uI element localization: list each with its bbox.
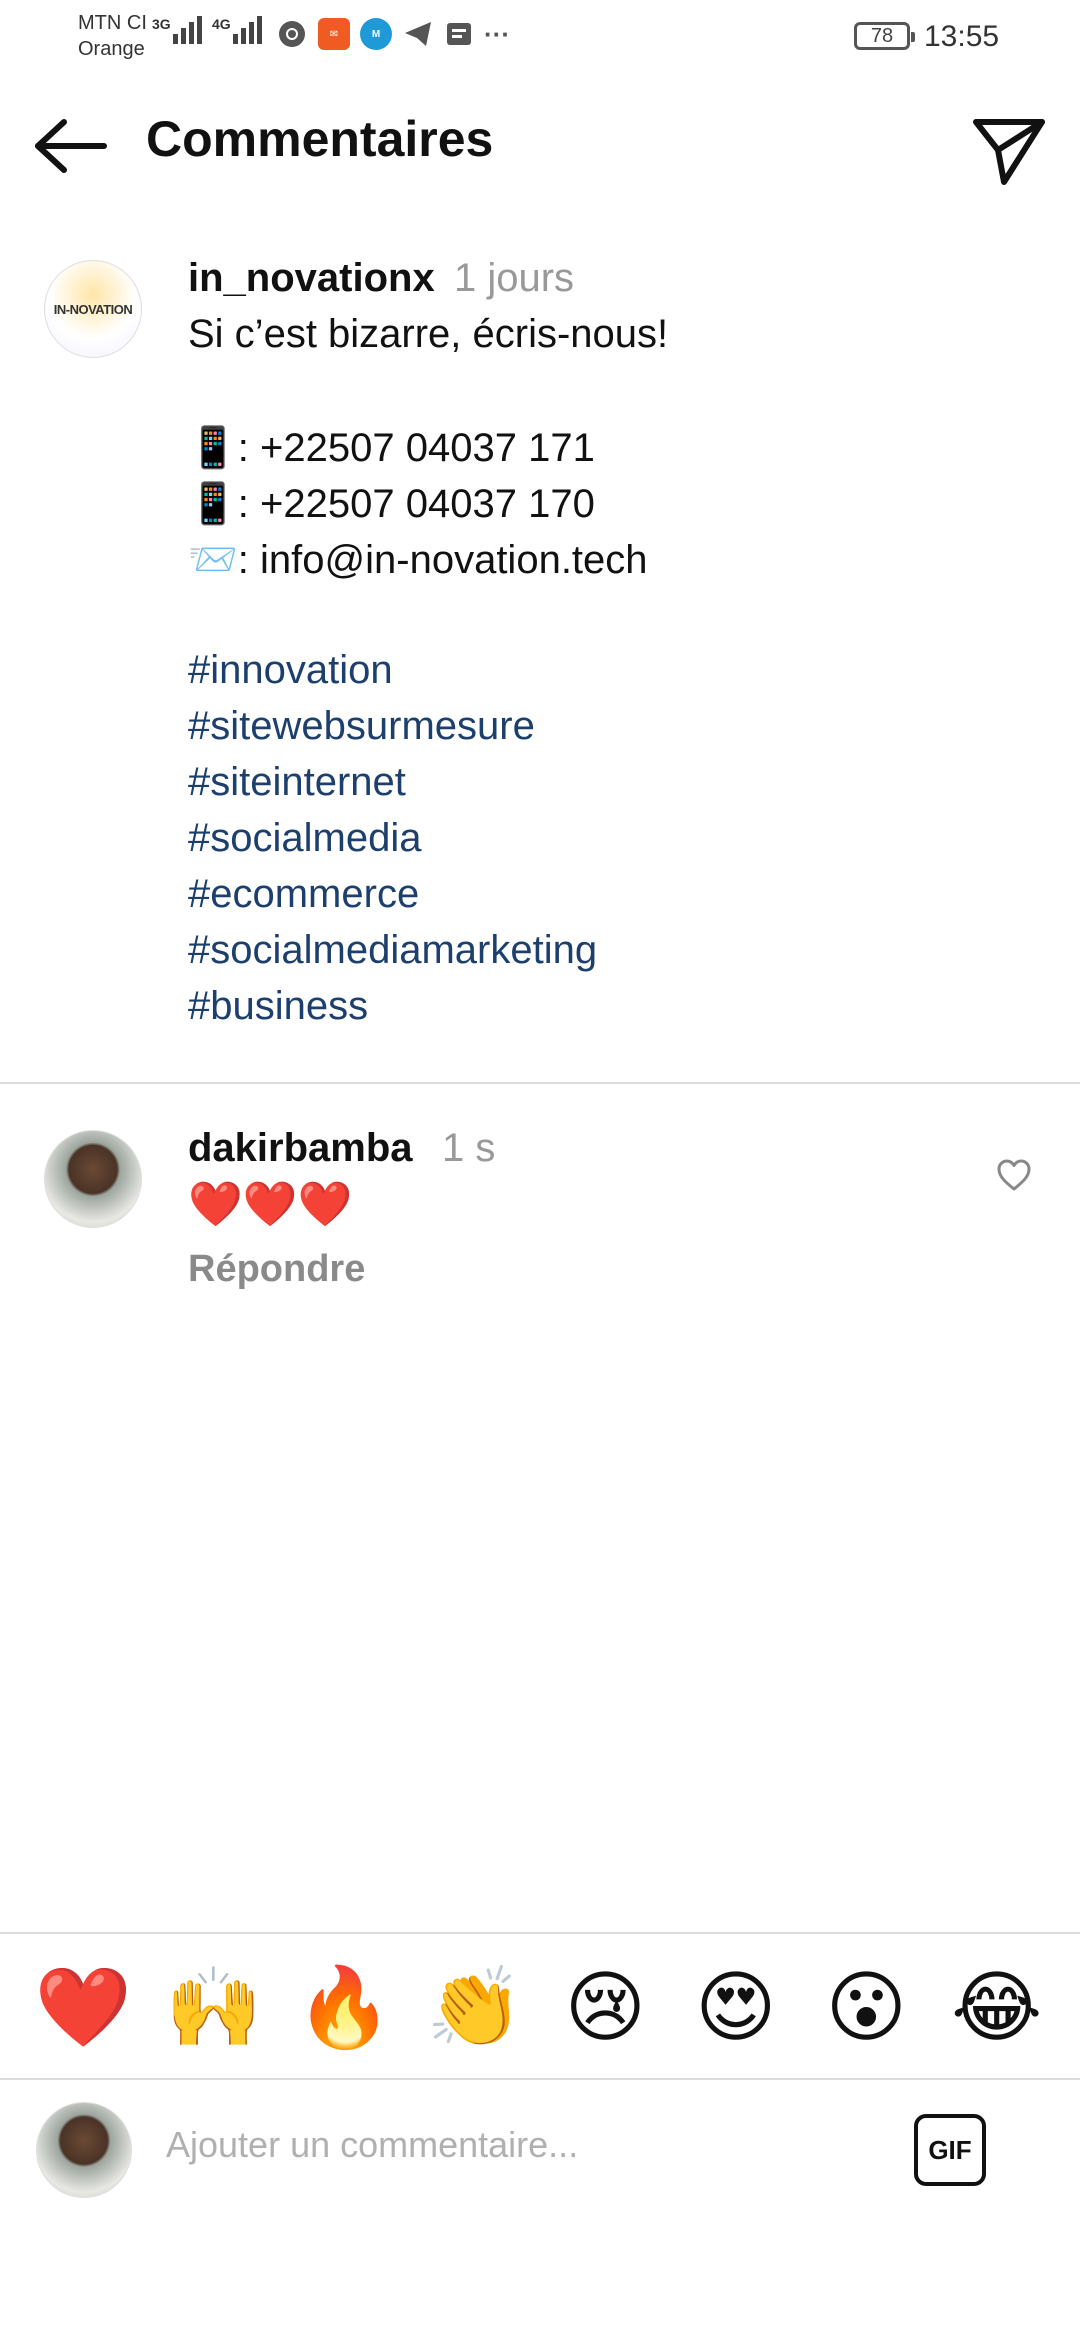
heart-outline-icon[interactable] <box>996 1158 1032 1192</box>
send-icon[interactable] <box>970 110 1050 190</box>
emoji-sad-button[interactable]: 😢 <box>555 1968 655 2046</box>
emoji-surprised-button[interactable]: 😮 <box>816 1968 916 2046</box>
hashtag-link[interactable]: #sitewebsurmesure <box>188 704 535 749</box>
notification-icons: ✉ M ··· <box>276 18 510 50</box>
back-arrow-icon[interactable] <box>32 114 112 178</box>
hashtag-link[interactable]: #socialmedia <box>188 816 421 861</box>
signal-1-icon: 3G <box>152 16 205 44</box>
caption-line-1: Si c’est bizarre, écris-nous! <box>188 312 669 356</box>
post-username[interactable]: in_novationx <box>188 256 435 301</box>
emoji-clap-button[interactable]: 👏 <box>425 1968 525 2046</box>
hashtag-link[interactable]: #siteinternet <box>188 760 406 805</box>
header: Commentaires <box>0 90 1080 200</box>
emoji-raised-hands-button[interactable]: 🙌 <box>164 1968 264 2046</box>
comment-text: ❤️❤️❤️ <box>188 1180 353 1229</box>
moov-icon: M <box>360 18 392 50</box>
carrier-1: MTN CI <box>78 12 147 34</box>
post-time: 1 jours <box>454 256 575 300</box>
caption-divider <box>0 1082 1080 1084</box>
post-author-avatar[interactable]: IN-NOVATION <box>44 260 142 358</box>
gif-button[interactable]: GIF <box>914 2114 986 2186</box>
emoji-heart-eyes-button[interactable]: 😍 <box>686 1968 786 2046</box>
emoji-fire-button[interactable]: 🔥 <box>294 1968 394 2046</box>
message-icon <box>447 23 471 45</box>
emoji-laughing-button[interactable]: 😂 <box>947 1968 1047 2046</box>
contact-email: 📨: info@in-novation.tech <box>188 538 648 582</box>
signal-2-icon: 4G <box>212 16 265 44</box>
emoji-bar-bottom-divider <box>0 2078 1080 2080</box>
contact-phone-1: 📱: +22507 04037 171 <box>188 426 595 470</box>
comment-username[interactable]: dakirbamba <box>188 1126 413 1171</box>
carrier-2: Orange <box>78 38 145 60</box>
hashtag-link[interactable]: #socialmediamarketing <box>188 928 597 973</box>
chrome-icon <box>279 21 305 47</box>
reply-button[interactable]: Répondre <box>188 1248 365 1291</box>
aliexpress-icon: ✉ <box>318 18 350 50</box>
more-notifications-icon: ··· <box>484 18 510 49</box>
hashtag-link[interactable]: #business <box>188 984 368 1029</box>
commenter-avatar[interactable] <box>44 1130 142 1228</box>
contact-phone-2: 📱: +22507 04037 170 <box>188 482 595 526</box>
hashtag-link[interactable]: #innovation <box>188 648 393 693</box>
status-bar: MTN CI Orange 3G 4G ✉ M ··· 78 13:55 <box>0 0 1080 72</box>
battery-icon: 78 <box>854 22 915 50</box>
page-title: Commentaires <box>146 111 494 167</box>
telegram-icon <box>405 22 431 46</box>
my-avatar <box>36 2102 132 2198</box>
comment-time: 1 s <box>442 1126 496 1170</box>
comment-input[interactable]: Ajouter un commentaire... <box>166 2124 578 2166</box>
emoji-bar: ❤️ 🙌 🔥 👏 😢 😍 😮 😂 <box>0 1934 1080 2080</box>
carrier-names: MTN CI Orange <box>78 10 147 62</box>
emoji-heart-button[interactable]: ❤️ <box>33 1968 133 2046</box>
brand-logo: IN-NOVATION <box>53 301 133 317</box>
clock: 13:55 <box>924 20 1000 53</box>
hashtag-link[interactable]: #ecommerce <box>188 872 419 917</box>
